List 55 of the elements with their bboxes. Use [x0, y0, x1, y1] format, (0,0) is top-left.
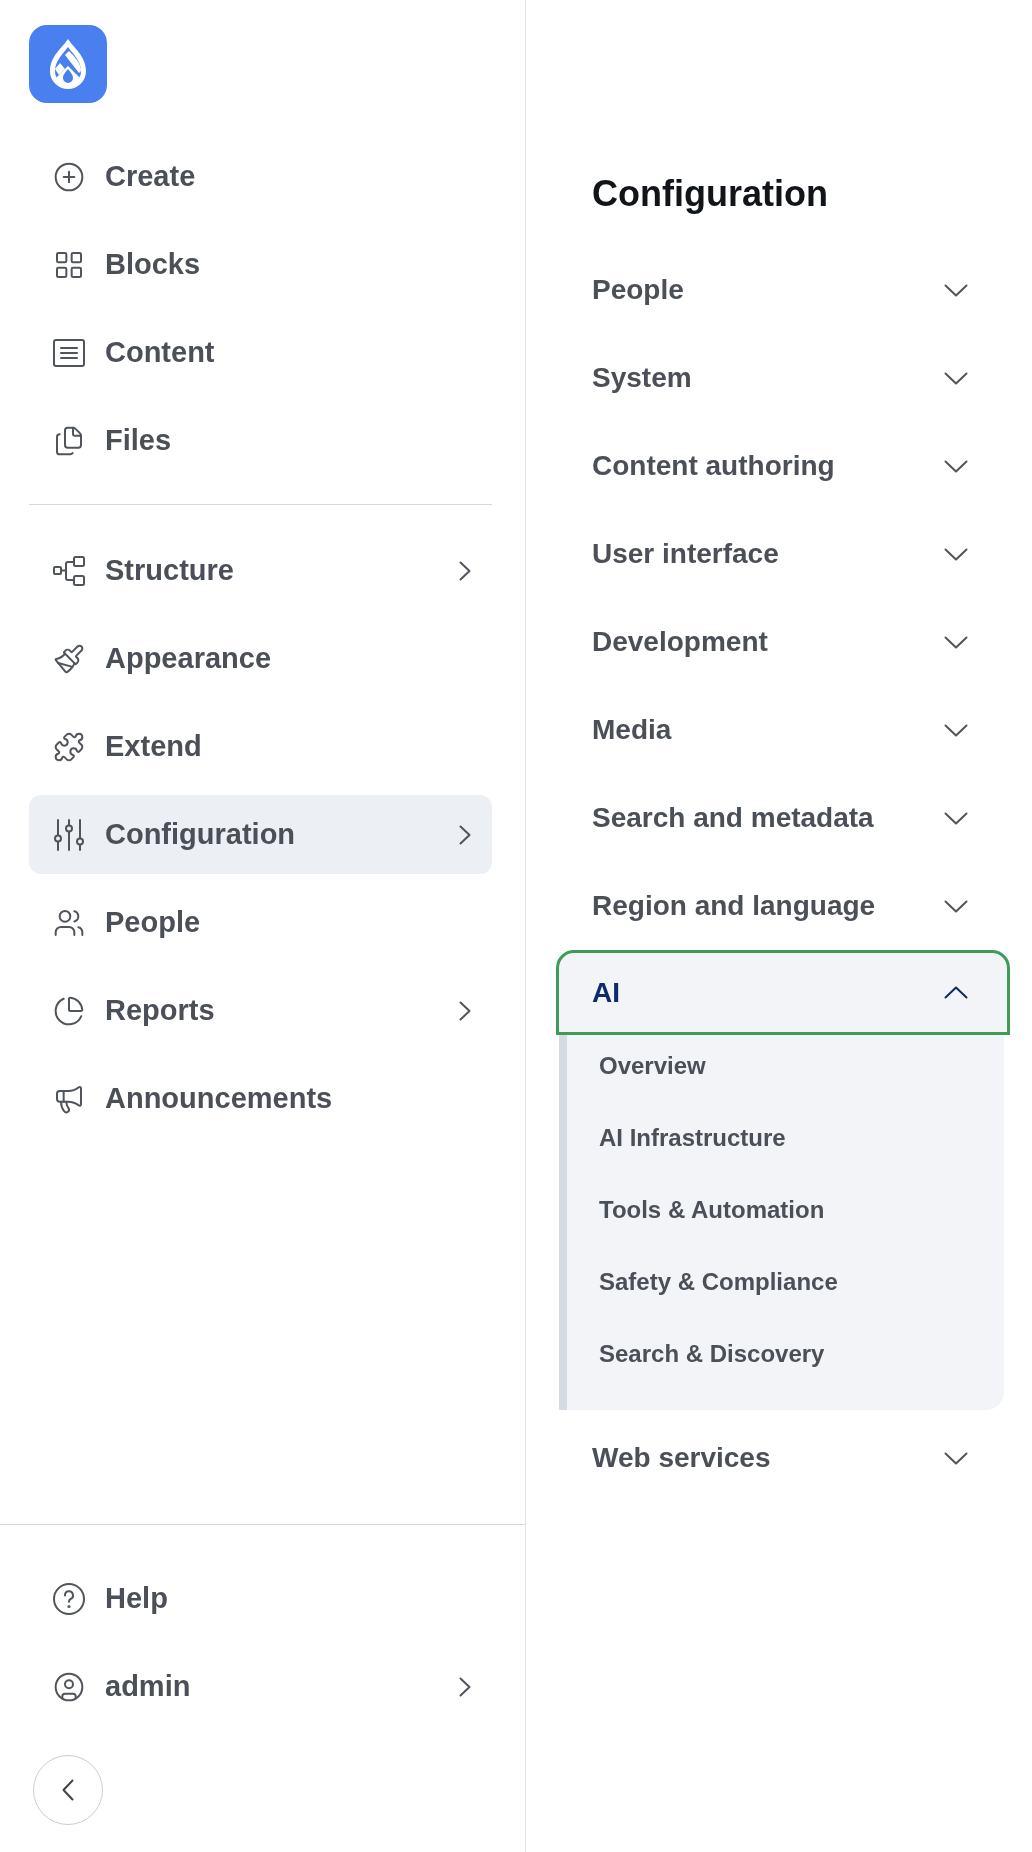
files-icon [53, 424, 85, 457]
paintbrush-icon [53, 642, 85, 675]
nav-item[interactable]: Structure [29, 531, 492, 610]
nav-item[interactable]: Announcements [29, 1059, 492, 1138]
nav-item[interactable]: admin [29, 1647, 492, 1726]
accordion-header[interactable]: System [556, 334, 1010, 422]
chevron-down-icon [944, 811, 968, 825]
nav-item[interactable]: People [29, 883, 492, 962]
chevron-left-icon [62, 1779, 74, 1801]
accordion-header[interactable]: Development [556, 598, 1010, 686]
chevron-down-icon [944, 1451, 968, 1465]
chevron-up-icon [944, 986, 968, 999]
nav-item[interactable]: Content [29, 313, 492, 392]
nav-item[interactable]: Create [29, 137, 492, 216]
accordion-header[interactable]: Web services [556, 1414, 1010, 1502]
user-circle-icon [53, 1670, 85, 1703]
accordion-header[interactable]: Media [556, 686, 1010, 774]
chevron-right-icon [459, 1676, 471, 1697]
text-box-icon [53, 336, 85, 369]
nav-item[interactable]: Reports [29, 971, 492, 1050]
chevron-down-icon [944, 459, 968, 473]
submenu-link[interactable]: Tools & Automation [567, 1179, 1004, 1241]
submenu-link[interactable]: Search & Discovery [567, 1323, 1004, 1385]
chevron-right-icon [459, 1000, 471, 1021]
hierarchy-icon [53, 554, 85, 587]
droplet-logo-icon[interactable] [29, 25, 107, 103]
page-title: Configuration [591, 172, 829, 216]
chevron-right-icon [459, 824, 471, 845]
nav-item[interactable]: Configuration [29, 795, 492, 874]
submenu-link[interactable]: Safety & Compliance [567, 1251, 1004, 1313]
pie-chart-icon [53, 994, 85, 1027]
accordion-header[interactable]: Region and language [556, 862, 1010, 950]
submenu-link[interactable]: AI Infrastructure [567, 1107, 1004, 1169]
nav-item[interactable]: Extend [29, 707, 492, 786]
chevron-down-icon [944, 371, 968, 385]
nav-item[interactable]: Blocks [29, 225, 492, 304]
chevron-down-icon [944, 547, 968, 561]
puzzle-icon [53, 730, 85, 763]
chevron-right-icon [459, 560, 471, 581]
nav-item[interactable]: Help [29, 1559, 492, 1638]
accordion-header[interactable]: Search and metadata [556, 774, 1010, 862]
sliders-icon [53, 818, 85, 851]
help-icon [53, 1582, 85, 1615]
chevron-down-icon [944, 283, 968, 297]
nav-item[interactable]: Files [29, 401, 492, 480]
accordion-header[interactable]: AI [556, 950, 1010, 1035]
nav-item[interactable]: Appearance [29, 619, 492, 698]
chevron-down-icon [944, 723, 968, 737]
accordion-header[interactable]: People [556, 246, 1010, 334]
chevron-down-icon [944, 635, 968, 649]
accordion-header[interactable]: Content authoring [556, 422, 1010, 510]
chevron-down-icon [944, 899, 968, 913]
submenu-link[interactable]: Overview [567, 1035, 1004, 1097]
plus-circle-icon [53, 160, 85, 193]
accordion-header[interactable]: User interface [556, 510, 1010, 598]
